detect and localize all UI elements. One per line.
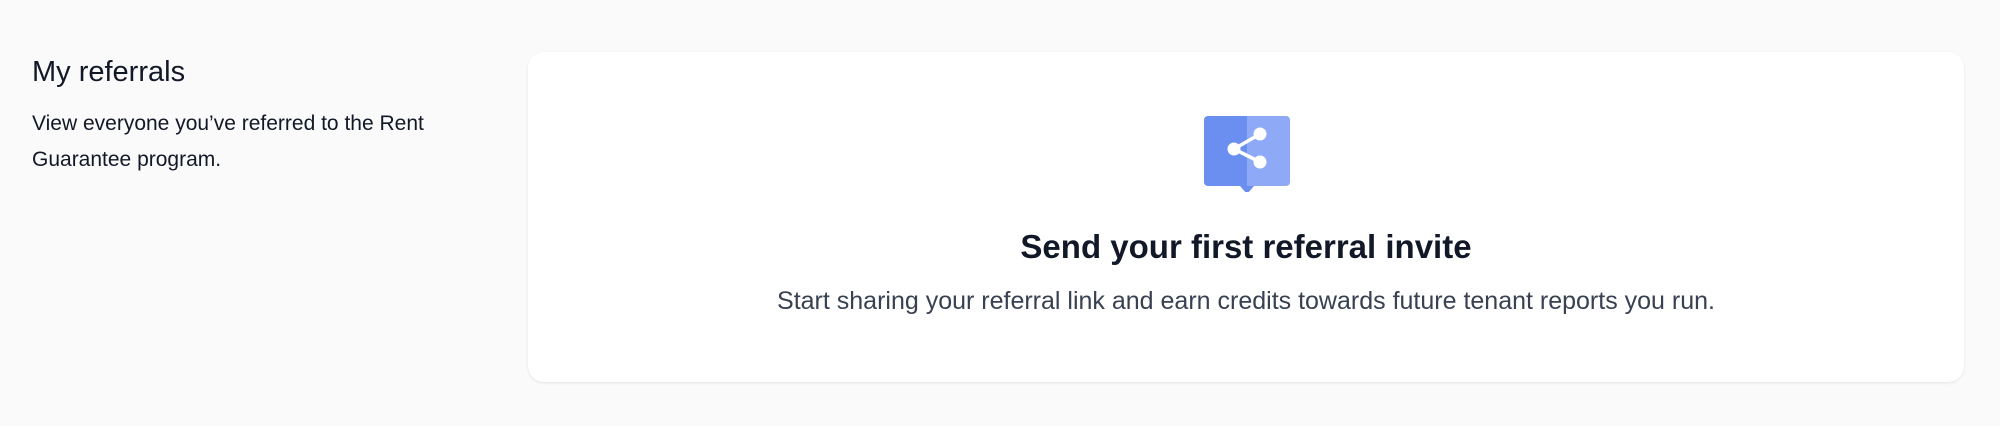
empty-state-description: Start sharing your referral link and ear…: [777, 287, 1715, 315]
empty-state-title: Send your first referral invite: [1020, 228, 1472, 265]
section-header: My referrals View everyone you’ve referr…: [32, 52, 502, 178]
section-title: My referrals: [32, 56, 186, 88]
referrals-empty-state-card: Send your first referral invite Start sh…: [528, 52, 1964, 382]
share-icon: [1204, 116, 1290, 194]
referrals-page: My referrals View everyone you’ve referr…: [0, 0, 2000, 426]
section-description: View everyone you’ve referred to the Ren…: [32, 112, 424, 171]
